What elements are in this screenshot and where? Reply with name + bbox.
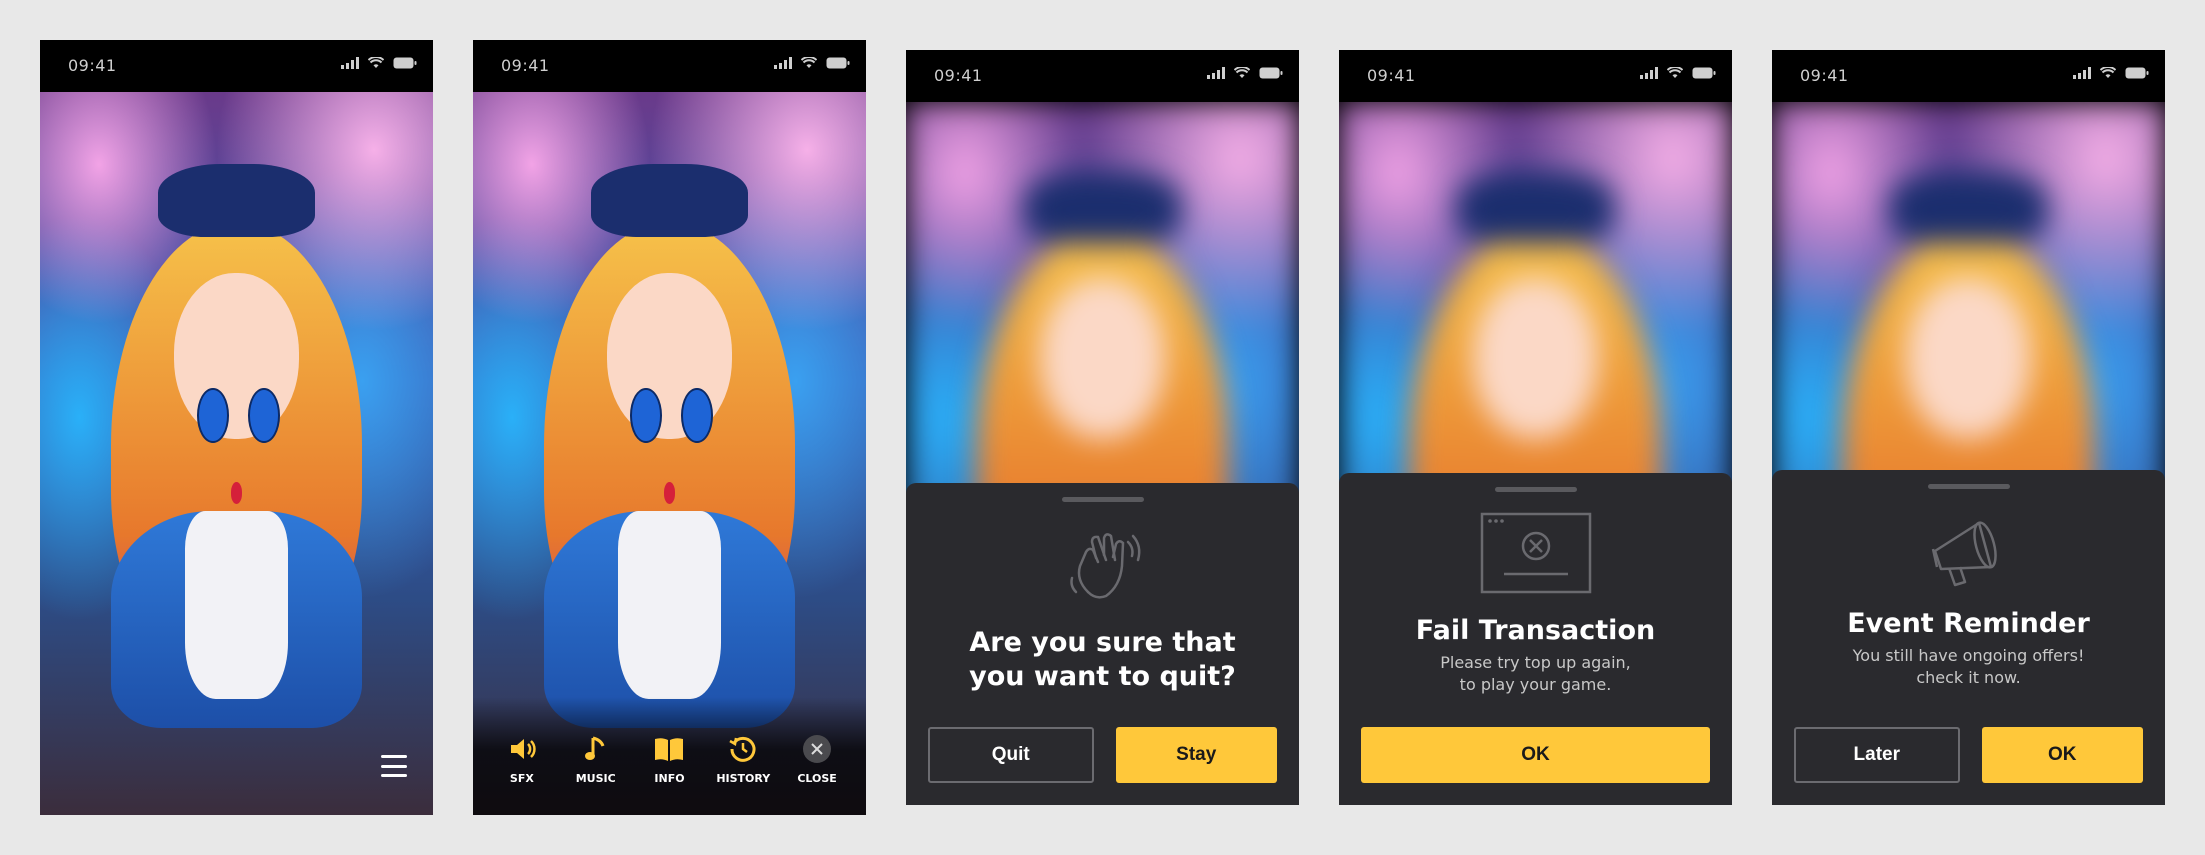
menu-item-sfx[interactable]: SFX (492, 734, 552, 785)
battery-icon (2125, 67, 2149, 79)
menu-item-close[interactable]: CLOSE (787, 734, 847, 785)
menu-item-music[interactable]: MUSIC (566, 734, 626, 785)
status-bar: 09:41 (40, 40, 433, 92)
battery-icon (393, 57, 417, 69)
ok-button[interactable]: OK (1981, 727, 2143, 783)
wifi-icon (801, 57, 817, 68)
event-reminder-sheet: Event Reminder You still have ongoing of… (1772, 470, 2165, 805)
signal-icon (2073, 67, 2091, 79)
megaphone-icon (1931, 521, 1997, 587)
menu-item-history[interactable]: HISTORY (713, 734, 773, 785)
phone-game-screen: 09:41 (40, 40, 433, 815)
wifi-icon (2100, 67, 2116, 78)
status-bar: 09:41 (1772, 50, 2165, 102)
sheet-handle[interactable] (1061, 497, 1144, 502)
book-icon (655, 738, 684, 761)
menu-item-info[interactable]: INFO (639, 734, 699, 785)
status-time: 09:41 (1367, 66, 1416, 85)
status-time: 09:41 (501, 56, 550, 75)
dialog-title-line1: Are you sure that (969, 627, 1236, 658)
stay-button[interactable]: Stay (1115, 727, 1277, 783)
dialog-title: Fail Transaction (1415, 615, 1656, 646)
dialog-title: Event Reminder (1847, 608, 2090, 639)
game-artwork[interactable] (40, 92, 433, 815)
battery-icon (1259, 67, 1283, 79)
dialog-subtitle-line1: Please try top up again, (1440, 653, 1631, 672)
dialog-title-line2: you want to quit? (969, 661, 1236, 692)
quit-button[interactable]: Quit (928, 727, 1094, 783)
status-time: 09:41 (68, 56, 117, 75)
wifi-icon (368, 57, 384, 68)
menu-hamburger-icon[interactable] (381, 755, 407, 777)
quit-dialog-sheet: Are you sure that you want to quit? Quit… (906, 483, 1299, 805)
battery-icon (826, 57, 850, 69)
ok-button[interactable]: OK (1361, 727, 1710, 783)
game-artwork: SFX MUSIC INFO HISTORY CLOSE (473, 92, 866, 815)
phone-game-menu: 09:41 SFX MUSIC INFO HISTORY CLOSE (473, 40, 866, 815)
game-menu-bar: SFX MUSIC INFO HISTORY CLOSE (473, 697, 866, 815)
signal-icon (341, 57, 359, 69)
dialog-subtitle-line2: to play your game. (1459, 675, 1612, 694)
status-bar: 09:41 (1339, 50, 1732, 102)
phone-quit-dialog: 09:41 Are you sure that you want to quit… (906, 50, 1299, 805)
music-note-icon (584, 736, 605, 760)
close-icon (803, 735, 832, 763)
dialog-subtitle-line2: check it now. (1916, 668, 2021, 687)
sheet-handle[interactable] (1927, 484, 2010, 489)
later-button[interactable]: Later (1794, 727, 1960, 783)
fail-transaction-sheet: Fail Transaction Please try top up again… (1339, 473, 1732, 805)
wifi-icon (1234, 67, 1250, 78)
battery-icon (1692, 67, 1716, 79)
wifi-icon (1667, 67, 1683, 78)
status-time: 09:41 (1800, 66, 1849, 85)
status-bar: 09:41 (473, 40, 866, 92)
sheet-handle[interactable] (1494, 487, 1577, 492)
status-bar: 09:41 (906, 50, 1299, 102)
signal-icon (774, 57, 792, 69)
signal-icon (1640, 67, 1658, 79)
status-time: 09:41 (934, 66, 983, 85)
speaker-icon (510, 739, 536, 759)
history-clock-icon (729, 736, 756, 762)
dialog-subtitle-line1: You still have ongoing offers! (1852, 646, 2085, 665)
phone-event-reminder: 09:41 Event Reminder You still have ongo… (1772, 50, 2165, 805)
phone-fail-transaction: 09:41 Fail Transaction Please try top up… (1339, 50, 1732, 805)
signal-icon (1207, 67, 1225, 79)
failed-window-icon (1480, 512, 1591, 594)
character-illustration (40, 92, 433, 815)
waving-hand-icon (1069, 533, 1140, 599)
